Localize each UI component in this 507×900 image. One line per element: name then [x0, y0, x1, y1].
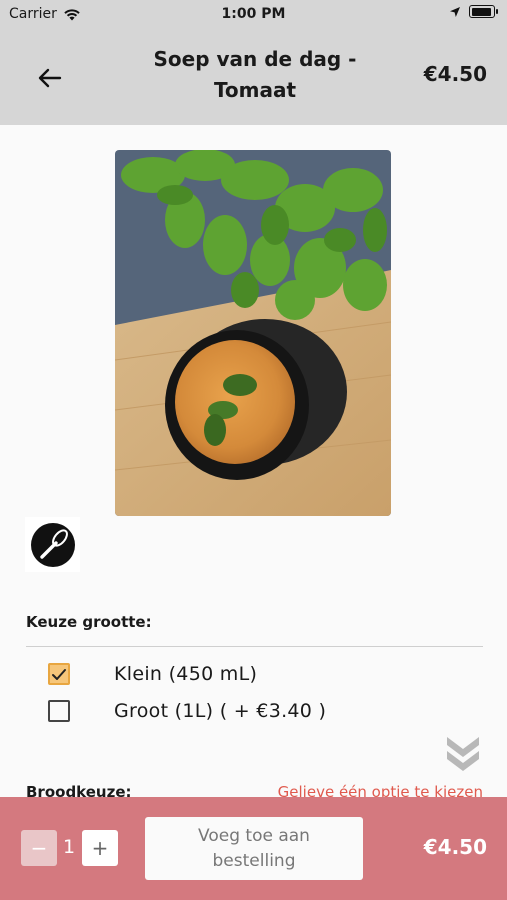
arrow-left-icon: [38, 68, 62, 88]
status-right-group: [449, 5, 498, 18]
divider: [26, 646, 483, 647]
page-title: Soep van de dag - Tomaat: [153, 47, 357, 102]
increase-quantity-button[interactable]: +: [82, 830, 118, 866]
location-arrow-icon: [450, 6, 460, 17]
back-button[interactable]: [34, 62, 66, 94]
mixer-whisk-icon: [30, 522, 75, 567]
order-bar: − 1 + Voeg toe aan bestelling €4.50: [0, 797, 507, 900]
status-bar: Carrier 1:00 PM: [0, 0, 507, 28]
order-total: €4.50: [423, 835, 487, 859]
quantity-value: 1: [62, 836, 76, 858]
required-option-warning: Gelieve één optie te kiezen: [277, 783, 483, 797]
size-option-label: Klein (450 mL): [114, 663, 258, 685]
status-time: 1:00 PM: [221, 6, 286, 22]
double-chevron-down-icon[interactable]: [445, 733, 481, 773]
size-option-large[interactable]: Groot (1L) ( + €3.40 ): [48, 700, 326, 722]
decrease-quantity-button[interactable]: −: [21, 830, 57, 866]
battery-level-fill: [471, 7, 492, 16]
checkbox-unchecked[interactable]: [48, 700, 70, 722]
size-option-label: Groot (1L) ( + €3.40 ): [114, 700, 327, 722]
allergen-badge: [25, 517, 80, 572]
product-header: Soep van de dag - Tomaat €4.50: [0, 28, 507, 125]
battery-icon: [469, 5, 498, 18]
header-price: €4.50: [423, 62, 487, 86]
bread-section-title: Broodkeuze:: [26, 783, 132, 797]
checkbox-checked[interactable]: [48, 663, 70, 685]
product-photo: [115, 150, 391, 516]
size-option-small[interactable]: Klein (450 mL): [48, 663, 257, 685]
product-detail-content[interactable]: Keuze grootte: Klein (450 mL) Groot (1L)…: [0, 125, 507, 797]
size-section-title: Keuze grootte:: [26, 613, 152, 631]
add-to-order-button[interactable]: Voeg toe aan bestelling: [145, 817, 363, 880]
checkmark-icon: [52, 668, 66, 680]
